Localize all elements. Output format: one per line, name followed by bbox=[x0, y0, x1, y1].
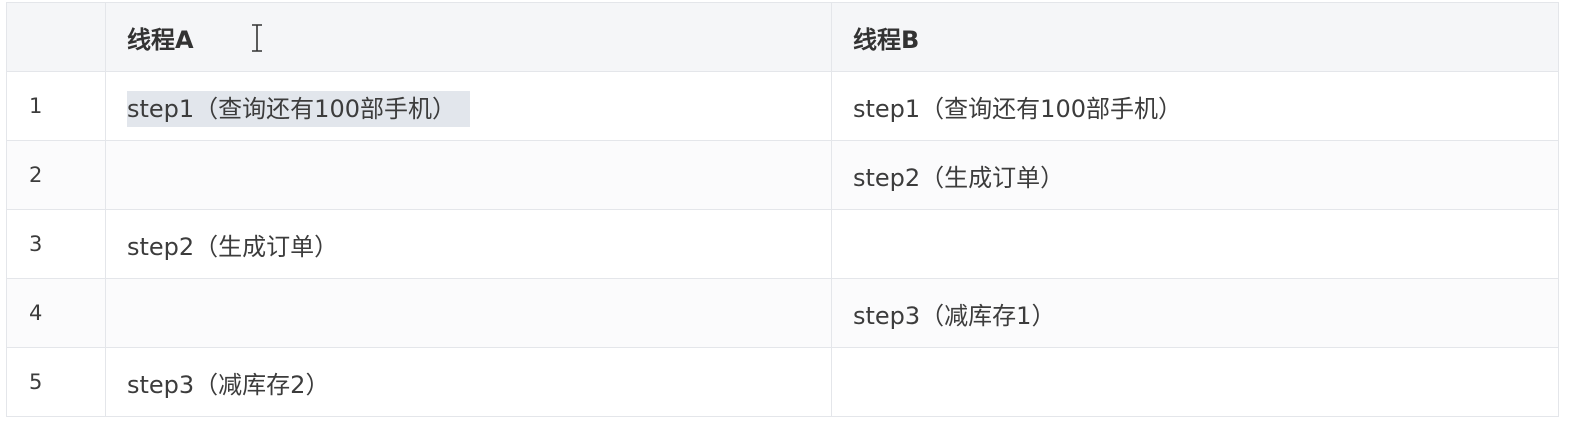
row-index[interactable]: 5 bbox=[6, 347, 106, 417]
row-index[interactable]: 3 bbox=[6, 209, 106, 279]
cell-thread-a[interactable]: step1（查询还有100部手机） bbox=[105, 71, 832, 141]
selected-text[interactable]: step1（查询还有100部手机） bbox=[127, 90, 470, 127]
table-row: 5 step3（减库存2） bbox=[6, 347, 1559, 417]
cell-thread-a[interactable] bbox=[105, 278, 832, 348]
cell-thread-b[interactable] bbox=[831, 209, 1559, 279]
cell-thread-b[interactable]: step3（减库存1） bbox=[831, 278, 1559, 348]
cell-thread-a[interactable]: step2（生成订单） bbox=[105, 209, 832, 279]
table-row: 1 step1（查询还有100部手机） step1（查询还有100部手机） bbox=[6, 71, 1559, 141]
cell-thread-a[interactable]: step3（减库存2） bbox=[105, 347, 832, 417]
document-page: 线程A 线程B 1 step1（查询还有100部手机） step1（查询还有10… bbox=[0, 0, 1581, 432]
cell-thread-b[interactable]: step2（生成订单） bbox=[831, 140, 1559, 210]
thread-steps-table: 线程A 线程B 1 step1（查询还有100部手机） step1（查询还有10… bbox=[6, 2, 1559, 417]
header-thread-a[interactable]: 线程A bbox=[105, 2, 832, 72]
table-row: 4 step3（减库存1） bbox=[6, 278, 1559, 348]
table-row: 2 step2（生成订单） bbox=[6, 140, 1559, 210]
cell-thread-a[interactable] bbox=[105, 140, 832, 210]
cell-thread-b[interactable] bbox=[831, 347, 1559, 417]
header-index-cell bbox=[6, 2, 106, 72]
header-thread-b[interactable]: 线程B bbox=[831, 2, 1559, 72]
row-index[interactable]: 2 bbox=[6, 140, 106, 210]
row-index[interactable]: 4 bbox=[6, 278, 106, 348]
table-row: 3 step2（生成订单） bbox=[6, 209, 1559, 279]
row-index[interactable]: 1 bbox=[6, 71, 106, 141]
cell-thread-b[interactable]: step1（查询还有100部手机） bbox=[831, 71, 1559, 141]
table-header-row: 线程A 线程B bbox=[6, 2, 1559, 72]
